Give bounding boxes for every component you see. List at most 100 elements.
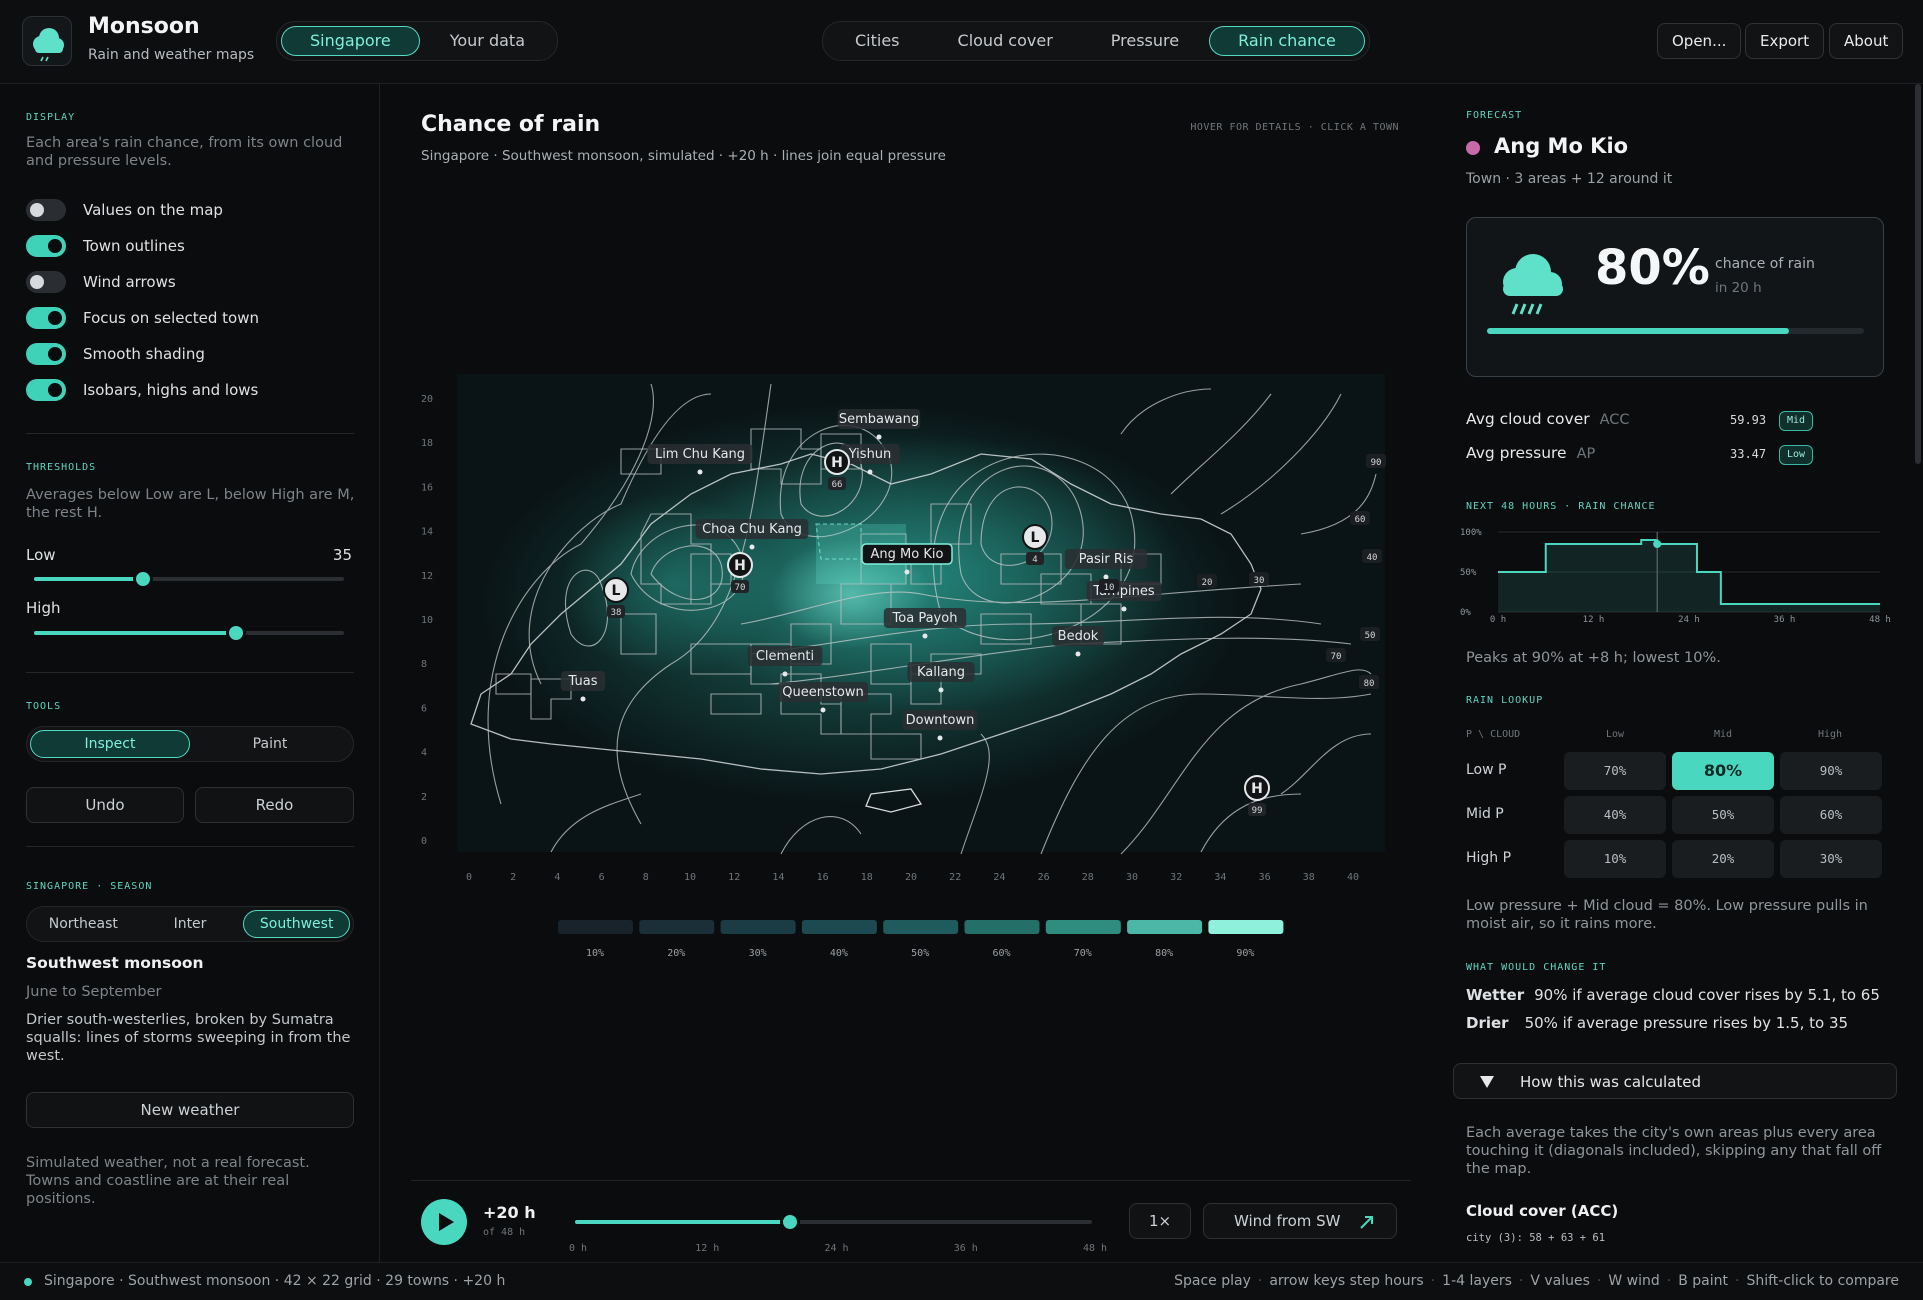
cloud-rain-icon xyxy=(1503,254,1563,315)
lookup-cell[interactable]: 50% xyxy=(1672,796,1774,834)
forecast-heading: FORECAST xyxy=(1466,110,1523,121)
forecast-panel: FORECAST Ang Mo Kio Town · 3 areas + 12 … xyxy=(1440,84,1923,1262)
legend-label: 70% xyxy=(1074,948,1092,959)
avg-pressure-row: Avg pressure AP xyxy=(1466,444,1595,462)
lookup-cell[interactable]: 10% xyxy=(1564,840,1666,878)
tool-paint[interactable]: Paint xyxy=(190,730,350,758)
rain-chance-map[interactable]: Sembawang Yishun Lim Chu Kang Choa Chu Kang… xyxy=(421,374,1401,1074)
isobar-label: 70 xyxy=(1331,652,1342,662)
season-northeast[interactable]: Northeast xyxy=(30,910,137,938)
town-label-lim-chu-kang[interactable]: Lim Chu Kang xyxy=(647,444,753,464)
legend-label: 40% xyxy=(830,948,848,959)
tab-your-data[interactable]: Your data xyxy=(422,26,553,56)
low-threshold-slider[interactable] xyxy=(34,569,344,589)
lookup-cell[interactable]: 20% xyxy=(1672,840,1774,878)
lookup-cell[interactable]: 30% xyxy=(1780,840,1882,878)
high-threshold-slider[interactable] xyxy=(34,623,344,643)
next-48-hours-chart[interactable]: 100% 50% 0% 0 h 12 h 24 h 36 h 48 h xyxy=(1460,522,1890,622)
drier-label: Drier xyxy=(1466,1014,1509,1032)
town-label-ang-mo-kio[interactable]: Ang Mo Kio xyxy=(861,543,953,565)
about-button[interactable]: About xyxy=(1829,23,1904,59)
time-slider-handle[interactable] xyxy=(780,1212,801,1232)
town-label-choa-chu-kang[interactable]: Choa Chu Kang xyxy=(695,519,809,539)
y-tick-label: 20 xyxy=(421,394,433,405)
y-tick-label: 12 xyxy=(421,571,433,582)
time-tick-label: 0 h xyxy=(568,1243,588,1254)
thresholds-description: Averages below Low are L, below High are… xyxy=(26,487,355,521)
tool-inspect[interactable]: Inspect xyxy=(30,730,190,758)
pressure-center-kind: L xyxy=(1031,530,1040,546)
tab-rain-chance[interactable]: Rain chance xyxy=(1209,26,1365,56)
tab-pressure[interactable]: Pressure xyxy=(1083,26,1207,56)
town-label-toa-payoh[interactable]: Toa Payoh xyxy=(883,608,967,628)
toggle-isobars-highs-and-lows[interactable]: Isobars, highs and lows xyxy=(26,378,346,402)
toggle-smooth-shading[interactable]: Smooth shading xyxy=(26,342,346,366)
town-label-text: Toa Payoh xyxy=(892,611,958,626)
time-tick-label: 12 h xyxy=(695,1243,720,1254)
x-tick-label: 40 xyxy=(1347,872,1359,883)
how-calculated-toggle[interactable]: How this was calculated xyxy=(1453,1063,1897,1099)
pressure-center-kind: L xyxy=(612,583,621,599)
high-slider-handle[interactable] xyxy=(225,623,246,643)
play-button[interactable] xyxy=(421,1199,467,1245)
town-label-downtown[interactable]: Downtown xyxy=(902,710,978,730)
tab-singapore[interactable]: Singapore xyxy=(281,26,420,56)
lookup-cell[interactable]: 60% xyxy=(1780,796,1882,834)
toggle-switch[interactable] xyxy=(26,271,66,293)
x-tick-label: 36 xyxy=(1259,872,1271,883)
panel-scrollbar[interactable] xyxy=(1915,84,1921,464)
town-label-tampines[interactable]: Tampines xyxy=(1086,581,1162,601)
cloud-calc-title: Cloud cover (ACC) xyxy=(1466,1202,1619,1220)
isobar-label: 30 xyxy=(1254,576,1265,586)
season-southwest[interactable]: Southwest xyxy=(243,910,351,938)
wind-button[interactable]: Wind from SW xyxy=(1203,1203,1397,1239)
town-label-tuas[interactable]: Tuas xyxy=(560,671,606,691)
town-dot xyxy=(922,633,928,639)
toggle-wind-arrows[interactable]: Wind arrows xyxy=(26,270,346,294)
town-label-kallang[interactable]: Kallang xyxy=(907,662,975,682)
time-slider[interactable] xyxy=(575,1212,1092,1232)
left-panel: DISPLAY Each area's rain chance, from it… xyxy=(0,84,380,1262)
town-label-sembawang[interactable]: Sembawang xyxy=(837,409,921,429)
tab-cities[interactable]: Cities xyxy=(827,26,928,56)
x-tick-label: 12 xyxy=(728,872,740,883)
legend-swatch xyxy=(883,920,959,934)
lookup-cell[interactable]: 70% xyxy=(1564,752,1666,790)
lookup-cell[interactable]: 80% xyxy=(1672,752,1774,790)
lookup-cell[interactable]: 90% xyxy=(1780,752,1882,790)
undo-button[interactable]: Undo xyxy=(26,787,184,823)
export-button[interactable]: Export xyxy=(1745,23,1825,59)
toggle-switch[interactable] xyxy=(26,199,66,221)
lookup-cell[interactable]: 40% xyxy=(1564,796,1666,834)
toggle-switch[interactable] xyxy=(26,307,66,329)
open-button[interactable]: Open... xyxy=(1657,23,1742,59)
pressure-center-value: 4 xyxy=(1032,555,1037,565)
town-label-queenstown[interactable]: Queenstown xyxy=(778,682,868,702)
current-time: +20 h xyxy=(483,1203,536,1222)
town-label-clementi[interactable]: Clementi xyxy=(747,646,823,666)
tab-cloud-cover[interactable]: Cloud cover xyxy=(930,26,1081,56)
season-inter[interactable]: Inter xyxy=(137,910,244,938)
divider xyxy=(26,672,354,673)
selected-town-name: Ang Mo Kio xyxy=(1494,134,1629,158)
toggle-switch[interactable] xyxy=(26,235,66,257)
toggle-town-outlines[interactable]: Town outlines xyxy=(26,234,346,258)
lookup-col-mid: Mid xyxy=(1713,729,1733,740)
speed-button[interactable]: 1× xyxy=(1129,1203,1191,1239)
layer-tabs: Cities Cloud cover Pressure Rain chance xyxy=(822,21,1370,61)
redo-button[interactable]: Redo xyxy=(195,787,354,823)
low-slider-handle[interactable] xyxy=(132,569,153,589)
x-tick-label: 6 xyxy=(599,872,605,883)
x-tick-label: 34 xyxy=(1214,872,1226,883)
toggle-switch[interactable] xyxy=(26,379,66,401)
town-label-bedok[interactable]: Bedok xyxy=(1052,626,1104,646)
toggle-focus-on-selected-town[interactable]: Focus on selected town xyxy=(26,306,346,330)
new-weather-button[interactable]: New weather xyxy=(26,1092,354,1128)
toggle-values-on-the-map[interactable]: Values on the map xyxy=(26,198,346,222)
toggle-label: Town outlines xyxy=(83,237,185,255)
rain-chance-bar-fill xyxy=(1487,328,1789,334)
chart-y-tick: 50% xyxy=(1460,568,1477,578)
town-dot xyxy=(782,671,788,677)
town-label-pasir-ris[interactable]: Pasir Ris xyxy=(1064,549,1148,569)
toggle-switch[interactable] xyxy=(26,343,66,365)
